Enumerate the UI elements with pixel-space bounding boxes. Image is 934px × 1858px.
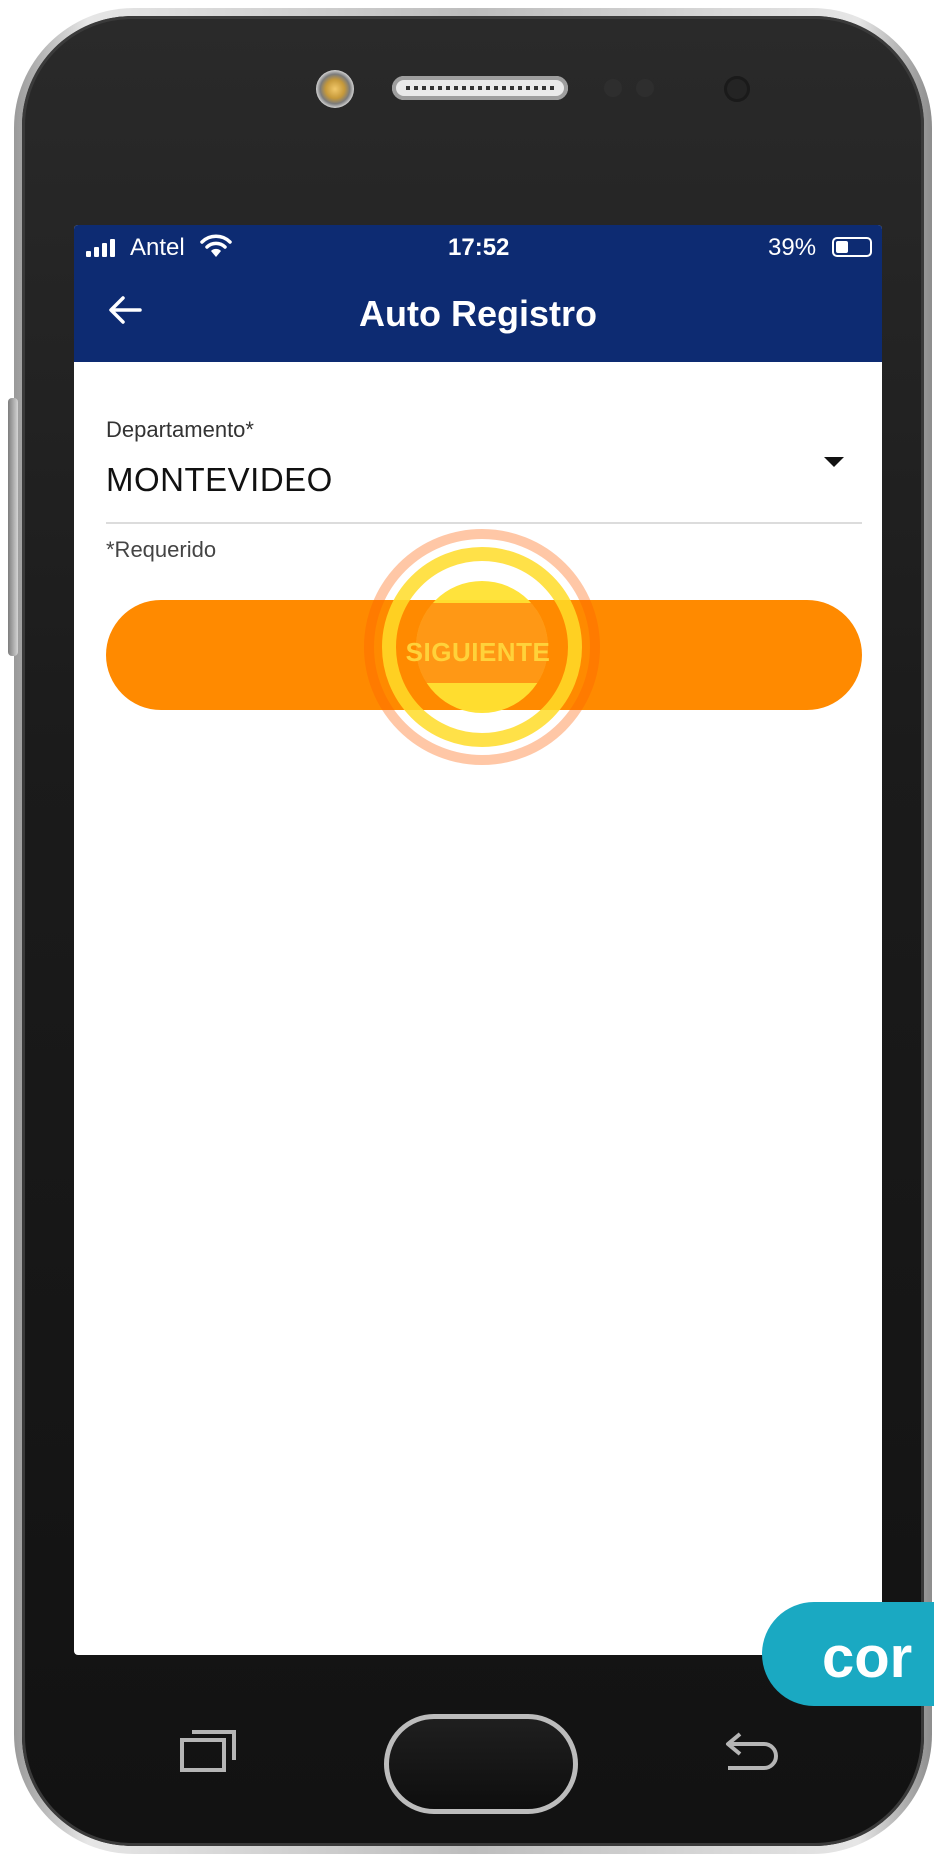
field-underline [106,522,862,524]
caret-down-icon[interactable] [824,457,844,467]
status-time: 17:52 [448,234,510,261]
department-value[interactable]: MONTEVIDEO [106,461,333,499]
phone-screen: Antel 17:52 39% Auto Registro Departamen… [74,225,882,1655]
phone-side-key [8,398,18,656]
page-title: Auto Registro [359,293,597,334]
sensor-camera [724,76,750,102]
promo-badge-text: cor [822,1625,913,1690]
siguiente-button[interactable] [106,600,862,710]
battery-level-fill [836,241,848,253]
back-icon[interactable] [720,1728,782,1779]
promo-badge: cor [762,1602,934,1706]
proximity-sensor [604,79,622,97]
light-sensor [636,79,654,97]
carrier-name: Antel [130,234,185,261]
status-bar: Antel 17:52 39% [74,225,882,271]
signal-strength-icon [86,239,115,257]
app-header: Antel 17:52 39% Auto Registro [74,225,882,362]
home-button[interactable] [384,1714,578,1814]
required-note: *Requerido [106,537,217,562]
department-label: Departamento* [106,417,254,442]
wifi-icon [200,233,232,266]
front-camera-icon [316,70,354,108]
battery-percent: 39% [768,234,817,261]
battery-icon [832,237,872,257]
recent-apps-icon[interactable] [178,1728,240,1779]
speaker-grille [392,76,568,100]
